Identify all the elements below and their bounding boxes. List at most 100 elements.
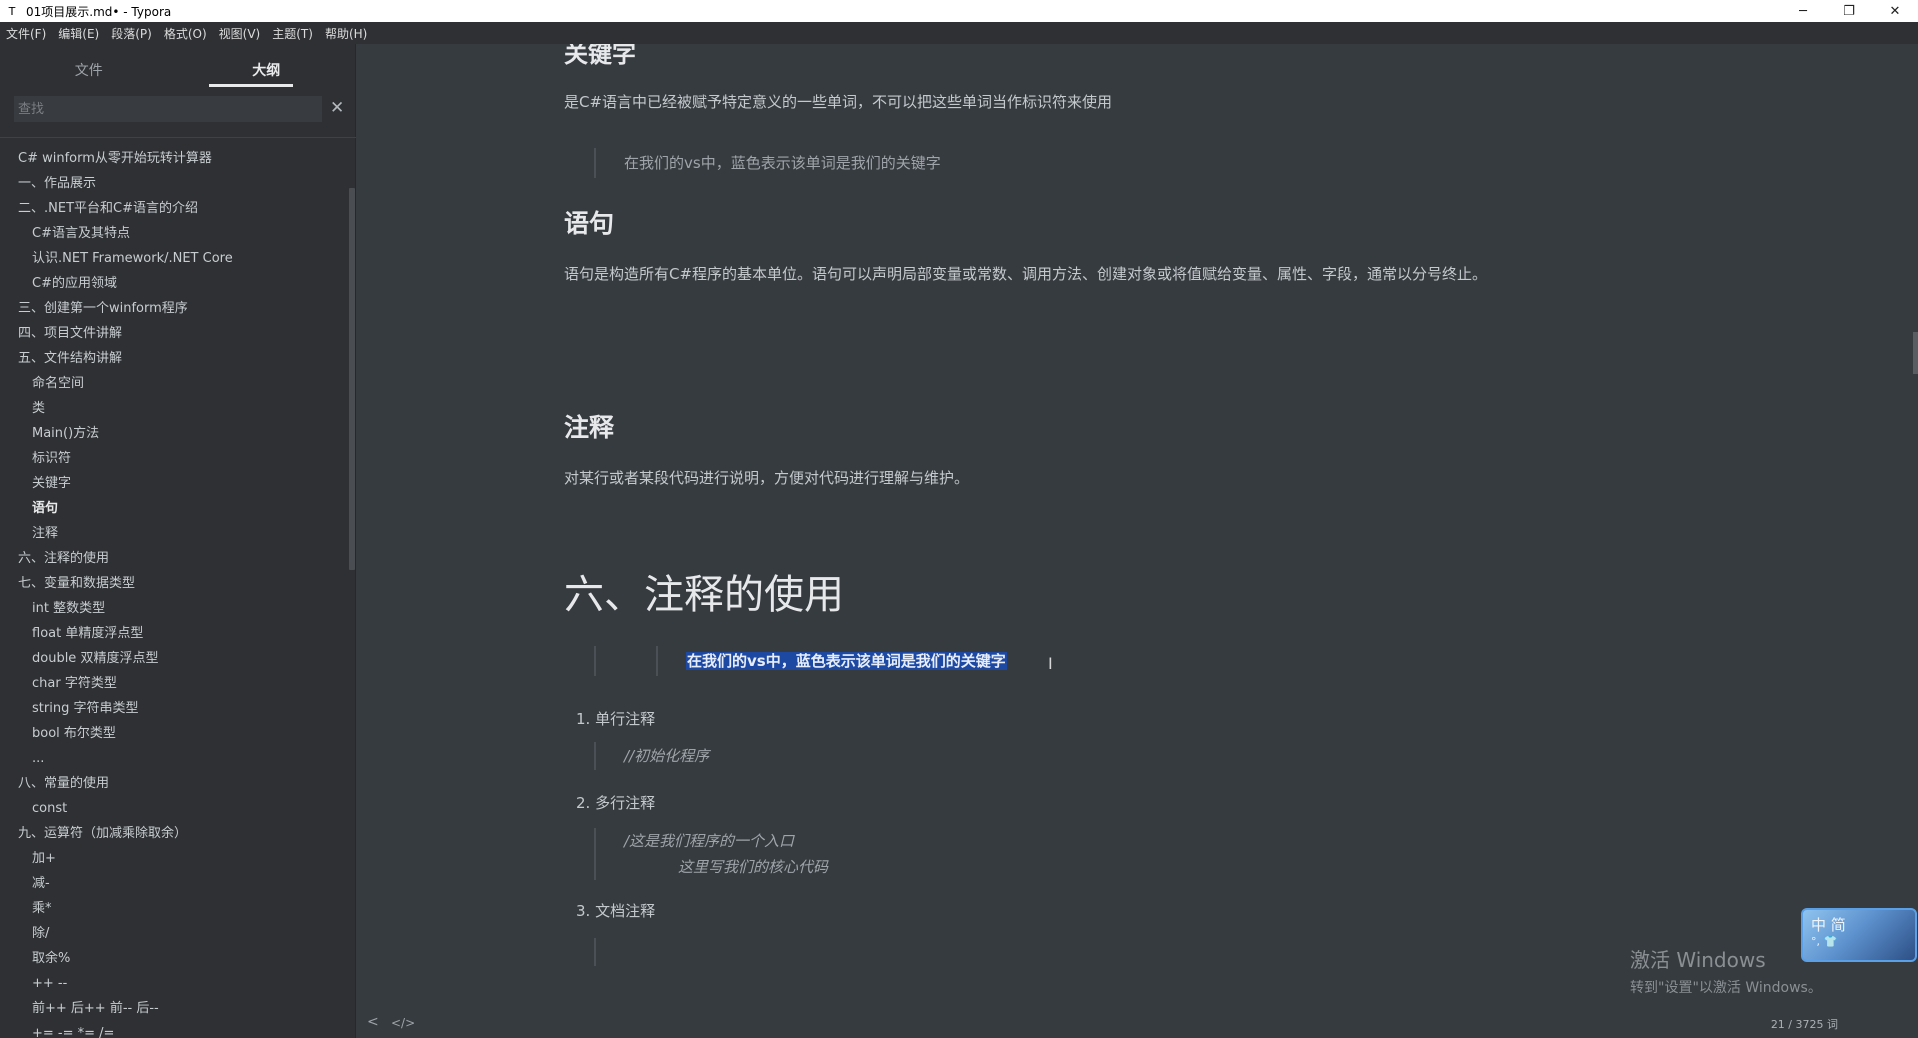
outline-item[interactable]: 前++ 后++ 前-- 后-- bbox=[0, 996, 346, 1021]
outline-item[interactable]: 九、运算符（加减乘除取余） bbox=[0, 821, 346, 846]
list-number: 2. bbox=[576, 794, 591, 812]
outline-item[interactable]: 八、常量的使用 bbox=[0, 771, 346, 796]
multi-line-quote[interactable]: /这是我们程序的一个入口 这里写我们的核心代码 bbox=[594, 828, 828, 880]
title-bar: T 01项目展示.md• - Typora ─ ❐ ✕ bbox=[0, 0, 1918, 22]
outline-item[interactable]: 一、作品展示 bbox=[0, 171, 346, 196]
status-bar: < </> 21 / 3725 词 bbox=[357, 1006, 1918, 1038]
selected-text[interactable]: 在我们的vs中，蓝色表示该单词是我们的关键字 bbox=[686, 652, 1007, 670]
outline-item[interactable]: 四、项目文件讲解 bbox=[0, 321, 346, 346]
ime-widget[interactable]: 中 简 °, 👕 bbox=[1801, 908, 1917, 962]
editor-scrollbar[interactable] bbox=[1913, 332, 1918, 374]
outline-item[interactable]: C# winform从零开始玩转计算器 bbox=[0, 146, 346, 171]
menu-view[interactable]: 视图(V) bbox=[219, 25, 261, 42]
menu-bar: 文件(F) 编辑(E) 段落(P) 格式(O) 视图(V) 主题(T) 帮助(H… bbox=[0, 22, 1918, 44]
keyword-description[interactable]: 是C#语言中已经被赋予特定意义的一些单词，不可以把这些单词当作标识符来使用 bbox=[564, 91, 1112, 112]
list-item-doc-comment[interactable]: 3. 文档注释 bbox=[576, 900, 655, 921]
outline-item[interactable]: 认识.NET Framework/.NET Core bbox=[0, 246, 346, 271]
windows-activation-watermark: 激活 Windows 转到"设置"以激活 Windows。 bbox=[1630, 944, 1822, 997]
outline-item[interactable]: C#的应用领域 bbox=[0, 271, 346, 296]
outline-item[interactable]: float 单精度浮点型 bbox=[0, 621, 346, 646]
keyword-quote-text: 在我们的vs中，蓝色表示该单词是我们的关键字 bbox=[624, 154, 941, 172]
outline-item[interactable]: 除/ bbox=[0, 921, 346, 946]
editor-pane[interactable]: 关键字 是C#语言中已经被赋予特定意义的一些单词，不可以把这些单词当作标识符来使… bbox=[357, 44, 1918, 1038]
menu-file[interactable]: 文件(F) bbox=[6, 25, 46, 42]
list-item-multi-line[interactable]: 2. 多行注释 bbox=[576, 792, 655, 813]
source-code-mode-icon[interactable]: </> bbox=[391, 1016, 415, 1030]
close-icon[interactable]: ✕ bbox=[330, 98, 344, 118]
outline-item[interactable]: 六、注释的使用 bbox=[0, 546, 346, 571]
outline-item[interactable]: 类 bbox=[0, 396, 346, 421]
outline-item[interactable]: 七、变量和数据类型 bbox=[0, 571, 346, 596]
outline-item[interactable]: 减- bbox=[0, 871, 346, 896]
keyword-quote[interactable]: 在我们的vs中，蓝色表示该单词是我们的关键字 bbox=[594, 148, 941, 178]
ime-mode-label: 中 bbox=[1811, 916, 1827, 934]
outline-search-input[interactable] bbox=[14, 96, 322, 122]
heading-comment[interactable]: 注释 bbox=[564, 408, 614, 444]
outline-item[interactable]: const bbox=[0, 796, 346, 821]
outline-item[interactable]: double 双精度浮点型 bbox=[0, 646, 346, 671]
outline-item[interactable]: 关键字 bbox=[0, 471, 346, 496]
watermark-line-2: 转到"设置"以激活 Windows。 bbox=[1630, 980, 1822, 996]
outline-item[interactable]: char 字符类型 bbox=[0, 671, 346, 696]
sidebar-divider bbox=[0, 137, 356, 138]
menu-format[interactable]: 格式(O) bbox=[164, 25, 207, 42]
outline-item[interactable]: ... bbox=[0, 746, 346, 771]
active-tab-indicator bbox=[209, 84, 293, 87]
ime-simplified-label: 简 bbox=[1830, 916, 1846, 934]
comment-description[interactable]: 对某行或者某段代码进行说明，方便对代码进行理解与维护。 bbox=[564, 467, 969, 488]
inner-quote[interactable]: 在我们的vs中，蓝色表示该单词是我们的关键字 bbox=[656, 646, 1007, 676]
outline-item[interactable]: 命名空间 bbox=[0, 371, 346, 396]
outline-item[interactable]: C#语言及其特点 bbox=[0, 221, 346, 246]
menu-help[interactable]: 帮助(H) bbox=[325, 25, 367, 42]
empty-quote[interactable] bbox=[594, 938, 624, 966]
outline-item[interactable]: 五、文件结构讲解 bbox=[0, 346, 346, 371]
outline-item[interactable]: 三、创建第一个winform程序 bbox=[0, 296, 346, 321]
close-window-button[interactable]: ✕ bbox=[1872, 0, 1918, 22]
single-line-quote-text: //初始化程序 bbox=[624, 747, 710, 765]
multi-line-quote-line-2: 这里写我们的核心代码 bbox=[678, 858, 829, 876]
single-line-quote[interactable]: //初始化程序 bbox=[594, 742, 709, 770]
menu-theme[interactable]: 主题(T) bbox=[272, 25, 313, 42]
outer-quote[interactable]: 在我们的vs中，蓝色表示该单词是我们的关键字 bbox=[594, 646, 1007, 676]
list-item-single-line[interactable]: 1. 单行注释 bbox=[576, 708, 655, 729]
outline-item[interactable]: 加+ bbox=[0, 846, 346, 871]
heading-keyword[interactable]: 关键字 bbox=[564, 44, 636, 69]
list-number: 3. bbox=[576, 902, 591, 920]
outline-item[interactable]: += -= *= /= bbox=[0, 1021, 346, 1038]
text-cursor-icon: Ι bbox=[1048, 654, 1053, 673]
list-label: 文档注释 bbox=[595, 902, 656, 920]
restore-button[interactable]: ❐ bbox=[1826, 0, 1872, 22]
list-label: 多行注释 bbox=[595, 794, 656, 812]
outline-list: C# winform从零开始玩转计算器 一、作品展示 二、.NET平台和C#语言的介… bbox=[0, 146, 346, 1038]
window-title: 01项目展示.md• - Typora bbox=[26, 4, 172, 19]
outline-item[interactable]: 取余% bbox=[0, 946, 346, 971]
tab-outline[interactable]: 大纲 bbox=[178, 44, 356, 88]
menu-paragraph[interactable]: 段落(P) bbox=[111, 25, 152, 42]
watermark-line-1: 激活 Windows bbox=[1630, 948, 1766, 972]
tab-files[interactable]: 文件 bbox=[0, 44, 178, 88]
minimize-button[interactable]: ─ bbox=[1780, 0, 1826, 22]
multi-line-quote-line-1: /这是我们程序的一个入口 bbox=[624, 832, 795, 850]
outline-item[interactable]: 注释 bbox=[0, 521, 346, 546]
outline-item[interactable]: 标识符 bbox=[0, 446, 346, 471]
ime-options-icons: °, 👕 bbox=[1811, 935, 1838, 948]
heading-comment-usage[interactable]: 六、注释的使用 bbox=[564, 562, 844, 620]
menu-edit[interactable]: 编辑(E) bbox=[58, 25, 99, 42]
list-number: 1. bbox=[576, 710, 591, 728]
sidebar-tabs: 文件 大纲 bbox=[0, 44, 355, 88]
heading-statement[interactable]: 语句 bbox=[564, 204, 614, 240]
outline-item[interactable]: 二、.NET平台和C#语言的介绍 bbox=[0, 196, 346, 221]
outline-item[interactable]: 语句 bbox=[0, 496, 346, 521]
sidebar-scrollbar[interactable] bbox=[349, 188, 355, 570]
statement-description[interactable]: 语句是构造所有C#程序的基本单位。语句可以声明局部变量或常数、调用方法、创建对象… bbox=[564, 263, 1487, 284]
outline-item[interactable]: int 整数类型 bbox=[0, 596, 346, 621]
outline-item[interactable]: bool 布尔类型 bbox=[0, 721, 346, 746]
outline-item[interactable]: 乘* bbox=[0, 896, 346, 921]
outline-item[interactable]: ++ -- bbox=[0, 971, 346, 996]
outline-item[interactable]: Main()方法 bbox=[0, 421, 346, 446]
outline-item[interactable]: string 字符串类型 bbox=[0, 696, 346, 721]
sidebar: 文件 大纲 ✕ C# winform从零开始玩转计算器一、作品展示二、.NET平… bbox=[0, 44, 356, 1038]
list-label: 单行注释 bbox=[595, 710, 656, 728]
word-count[interactable]: 21 / 3725 词 bbox=[1771, 1016, 1838, 1032]
toggle-sidebar-icon[interactable]: < bbox=[367, 1014, 379, 1030]
